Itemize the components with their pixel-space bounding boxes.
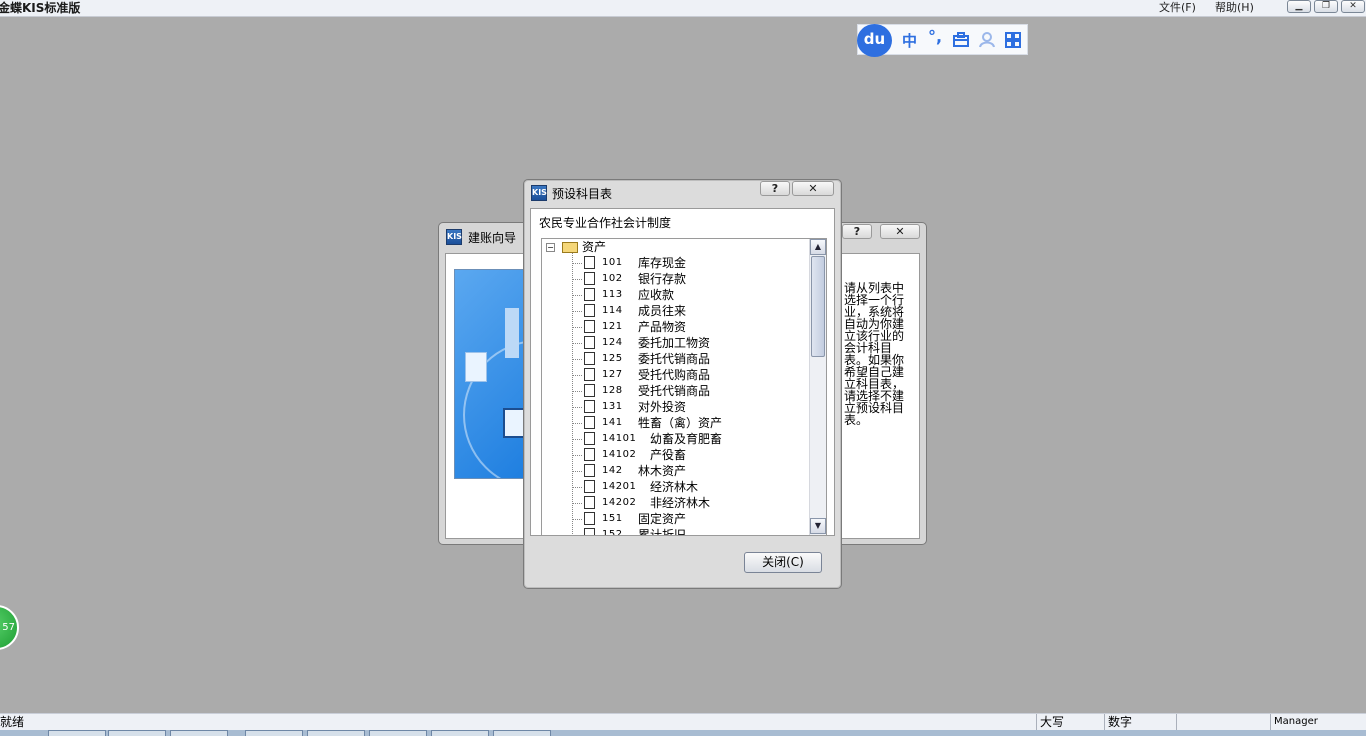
taskbar [0,730,1366,736]
document-icon [584,528,595,535]
dialog-help-button[interactable]: ? [760,181,790,196]
wizard-title: 建账向导 [468,231,517,245]
baidu-ime-logo-icon[interactable]: du [857,24,892,57]
document-icon [584,288,595,301]
wizard-description: 请从列表中选择一个行业，系统将自动为你建立该行业的会计科目表。如果你希望自己建立… [844,281,905,427]
lock-icon [503,408,523,438]
dialog-panel: 农民专业合作社会计制度 − 资产 101 库存现金 102 银行存款 113 应收款 … [530,208,835,536]
tree-item[interactable]: 14201 经济林木 [542,479,806,495]
document-icon [584,368,595,381]
taskbar-button[interactable] [307,730,365,736]
taskbar-button[interactable] [108,730,166,736]
app-title-bar: 金蝶KIS标准版 文件(F) 帮助(H) ▁ ❐ ✕ [0,0,1366,17]
taskbar-button[interactable] [48,730,106,736]
scroll-up-arrow-icon[interactable]: ▲ [810,239,826,255]
restore-button[interactable]: ❐ [1314,0,1338,13]
wizard-close-button[interactable]: ✕ [880,224,920,239]
close-window-button[interactable]: ✕ [1341,0,1365,13]
tree-item[interactable]: 125 委托代销商品 [542,351,806,367]
tree-item[interactable]: 14202 非经济林木 [542,495,806,511]
scroll-thumb[interactable] [811,256,825,357]
document-icon [584,320,595,333]
status-bar: 就绪 大写 数字 Manager [0,713,1366,731]
tree-item[interactable]: 152 累计折旧 [542,527,806,535]
dialog-title: 预设科目表 [552,187,613,201]
tree-root-label: 资产 [582,240,607,254]
status-user: Manager [1270,714,1366,731]
document-icon [584,480,595,493]
kis-logo-icon: KIS [531,185,547,201]
tree-item[interactable]: 14102 产役畜 [542,447,806,463]
document-icon [584,448,595,461]
tree-item[interactable]: 124 委托加工物资 [542,335,806,351]
close-button[interactable]: 关闭(C) [744,552,822,573]
minimize-button[interactable]: ▁ [1287,0,1311,13]
document-icon [584,432,595,445]
document-icon [584,416,595,429]
status-caps: 大写 [1036,714,1102,731]
tree-item[interactable]: 113 应收款 [542,287,806,303]
tree-item[interactable]: 142 林木资产 [542,463,806,479]
taskbar-button[interactable] [245,730,303,736]
tree-item[interactable]: 151 固定资产 [542,511,806,527]
document-icon [584,400,595,413]
scroll-down-arrow-icon[interactable]: ▼ [810,518,826,534]
document-icon [584,496,595,509]
taskbar-button[interactable] [170,730,228,736]
tree-item[interactable]: 128 受托代销商品 [542,383,806,399]
taskbar-button[interactable] [369,730,427,736]
accounting-system-label: 农民专业合作社会计制度 [539,216,672,230]
ime-mode-toggle[interactable]: 中 [902,30,917,51]
ime-toolbar: du 中 °, [857,24,1028,57]
tree-item[interactable]: 131 对外投资 [542,399,806,415]
document-icon [584,512,595,525]
tree-item[interactable]: 114 成员往来 [542,303,806,319]
document-icon [465,352,487,382]
status-num: 数字 [1104,714,1174,731]
tree-item[interactable]: 141 牲畜（禽）资产 [542,415,806,431]
tree-scrollbar[interactable]: ▲ ▼ [809,239,826,535]
taskbar-button[interactable] [431,730,489,736]
dialog-close-button[interactable]: ✕ [792,181,834,196]
document-icon [584,464,595,477]
tree-item[interactable]: 102 银行存款 [542,271,806,287]
menu-file[interactable]: 文件(F) [1159,0,1196,16]
floating-badge[interactable]: 57 [0,605,19,650]
status-ready: 就绪 [0,715,25,729]
kis-logo-icon: KIS [446,229,462,245]
taskbar-button[interactable] [493,730,551,736]
collapse-icon[interactable]: − [546,243,555,252]
folder-icon [562,242,578,253]
document-icon [584,272,595,285]
tree-item[interactable]: 14101 幼畜及育肥畜 [542,431,806,447]
wizard-help-button[interactable]: ? [842,224,872,239]
ime-punctuation-toggle[interactable]: °, [928,27,942,46]
document-icon [584,304,595,317]
preset-accounts-dialog: KIS 预设科目表 ? ✕ 农民专业合作社会计制度 − 资产 101 库存现金 1… [523,179,842,589]
wizard-illustration [454,269,524,479]
menu-help[interactable]: 帮助(H) [1215,0,1254,16]
grid-icon[interactable] [1005,32,1021,48]
toolbox-icon[interactable] [953,32,969,48]
tree-root-assets[interactable]: − 资产 [542,239,806,255]
app-title: 金蝶KIS标准版 [0,1,81,15]
document-icon [584,336,595,349]
user-icon[interactable] [979,32,995,48]
document-icon [584,352,595,365]
tree-item[interactable]: 127 受托代购商品 [542,367,806,383]
document-icon [584,256,595,269]
status-empty [1176,714,1270,731]
account-tree[interactable]: − 资产 101 库存现金 102 银行存款 113 应收款 114 成员往来 121 产… [541,238,827,536]
tree-item[interactable]: 121 产品物资 [542,319,806,335]
tree-item[interactable]: 101 库存现金 [542,255,806,271]
document-icon [584,384,595,397]
